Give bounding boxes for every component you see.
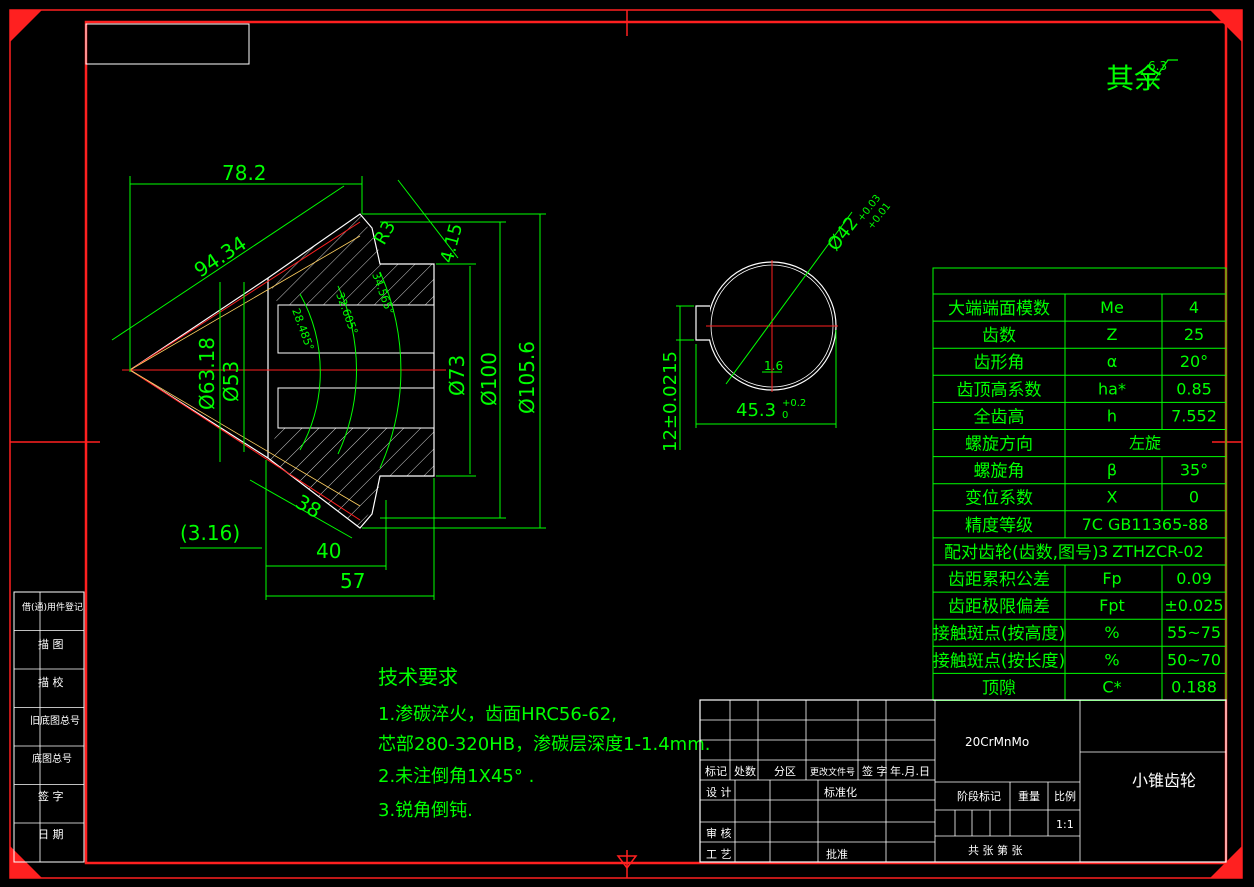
param-symbol-12: % bbox=[1104, 623, 1119, 642]
param-symbol-0: Me bbox=[1100, 298, 1124, 317]
left-label-3: 描 校 bbox=[38, 675, 64, 689]
tb-std: 标准化 bbox=[824, 785, 857, 799]
dim-fillet: 1.6 bbox=[764, 359, 783, 373]
dim-dia-63-18: Ø63.18 bbox=[195, 337, 219, 410]
param-value-8: 7C GB11365-88 bbox=[1082, 515, 1209, 534]
param-value-7: 0 bbox=[1189, 488, 1199, 507]
param-symbol-14: C* bbox=[1102, 677, 1121, 696]
keyway bbox=[695, 305, 710, 341]
param-name-4: 全齿高 bbox=[974, 407, 1025, 427]
param-value-1: 25 bbox=[1184, 325, 1204, 344]
tech-line-2: 芯部280-320HB，渗碳层深度1-1.4mm. bbox=[378, 734, 710, 755]
tb-approve: 批准 bbox=[826, 847, 848, 861]
dim-keyway-depth: 45.3 bbox=[736, 400, 776, 421]
left-label-7: 日 期 bbox=[38, 828, 64, 841]
param-value-2: 20° bbox=[1180, 352, 1208, 371]
tb-craft: 工 艺 bbox=[706, 848, 732, 861]
tb-material: 20CrMnMo bbox=[965, 735, 1029, 749]
param-symbol-6: β bbox=[1107, 461, 1117, 480]
tech-line-4: 3.锐角倒钝. bbox=[378, 800, 473, 821]
tb-design: 设 计 bbox=[706, 786, 732, 799]
param-value-3: 0.85 bbox=[1176, 379, 1212, 398]
param-value-4: 7.552 bbox=[1171, 406, 1217, 425]
tb-h-docno: 更改文件号 bbox=[810, 766, 855, 778]
tb-stage: 阶段标记 bbox=[957, 789, 1001, 803]
param-name-12: 接触斑点(按高度) bbox=[933, 624, 1065, 644]
tech-line-3: 2.未注倒角1X45° . bbox=[378, 766, 534, 787]
dim-dia-53: Ø53 bbox=[219, 361, 243, 402]
left-label-5: 底图总号 bbox=[32, 752, 72, 765]
param-value-0: 4 bbox=[1189, 298, 1199, 317]
left-label-2: 描 图 bbox=[38, 637, 64, 651]
param-name-8: 精度等级 bbox=[965, 516, 1033, 536]
param-value-10: 0.09 bbox=[1176, 569, 1212, 588]
param-name-0: 大端端面模数 bbox=[948, 299, 1050, 319]
param-name-6: 螺旋角 bbox=[974, 462, 1025, 482]
param-symbol-4: h bbox=[1107, 406, 1117, 425]
tech-title: 技术要求 bbox=[378, 665, 458, 689]
dim-57: 57 bbox=[340, 569, 365, 593]
param-symbol-1: Z bbox=[1107, 325, 1118, 344]
pair-count: 3 bbox=[1098, 542, 1108, 561]
param-name-1: 齿数 bbox=[982, 326, 1016, 346]
param-name-7: 变位系数 bbox=[965, 489, 1033, 509]
tb-h-zone: 分区 bbox=[774, 765, 796, 778]
param-name-13: 接触斑点(按长度) bbox=[933, 651, 1065, 671]
param-symbol-7: X bbox=[1107, 488, 1118, 507]
tb-review: 审 核 bbox=[706, 826, 732, 840]
dim-keyway-tol-lower: 0 bbox=[782, 410, 788, 421]
param-name-3: 齿顶高系数 bbox=[957, 380, 1042, 400]
left-label-4: 旧底图总号 bbox=[30, 714, 80, 727]
dim-3-16: (3.16) bbox=[180, 521, 240, 545]
param-value-13: 50~70 bbox=[1167, 650, 1221, 669]
tech-line-1: 1.渗碳淬火，齿面HRC56-62, bbox=[378, 704, 617, 725]
param-name-9: 配对齿轮(齿数,图号) bbox=[944, 543, 1099, 563]
param-value-5: 左旋 bbox=[1129, 434, 1161, 453]
dim-40: 40 bbox=[316, 539, 341, 563]
param-value-14: 0.188 bbox=[1171, 677, 1217, 696]
tb-scale: 比例 bbox=[1054, 789, 1076, 803]
cad-drawing: 其余 6.3 78.2 94.34 R3 4.15 Ø63.18 Ø53 Ø73… bbox=[0, 0, 1254, 887]
param-value-12: 55~75 bbox=[1167, 623, 1221, 642]
dim-keyway-tol-upper: +0.2 bbox=[782, 398, 806, 409]
param-symbol-13: % bbox=[1104, 650, 1119, 669]
dim-keyway-width: 12±0.0215 bbox=[660, 351, 681, 452]
param-name-11: 齿距极限偏差 bbox=[948, 597, 1050, 617]
tb-weight: 重量 bbox=[1018, 789, 1040, 803]
param-symbol-3: ha* bbox=[1098, 379, 1126, 398]
tb-h-mark: 标记 bbox=[705, 764, 727, 778]
left-label-6: 签 字 bbox=[38, 789, 64, 803]
tb-sheets: 共 张 第 张 bbox=[968, 843, 1023, 857]
param-symbol-10: Fp bbox=[1102, 569, 1121, 588]
left-label-1: 借(通)用件登记 bbox=[22, 601, 83, 613]
param-value-11: ±0.025 bbox=[1164, 596, 1223, 615]
param-value-9: ZTHZCR-02 bbox=[1112, 542, 1204, 561]
tb-h-count: 处数 bbox=[734, 765, 756, 778]
tb-scale-value: 1:1 bbox=[1056, 818, 1074, 831]
tb-h-sign: 签 字 bbox=[862, 764, 888, 778]
param-name-14: 顶隙 bbox=[982, 678, 1016, 698]
param-symbol-11: Fpt bbox=[1099, 596, 1125, 615]
dim-78-2: 78.2 bbox=[222, 161, 267, 185]
param-name-2: 齿形角 bbox=[974, 353, 1025, 373]
dim-dia-105-6: Ø105.6 bbox=[515, 341, 539, 414]
param-symbol-2: α bbox=[1107, 352, 1118, 371]
tb-part-name: 小锥齿轮 bbox=[1132, 771, 1196, 790]
param-name-5: 螺旋方向 bbox=[965, 435, 1033, 455]
param-value-6: 35° bbox=[1180, 461, 1208, 480]
dim-dia-73: Ø73 bbox=[445, 355, 469, 396]
dim-dia-100: Ø100 bbox=[477, 352, 501, 406]
tb-h-date: 年.月.日 bbox=[890, 764, 930, 778]
param-name-10: 齿距累积公差 bbox=[948, 570, 1050, 590]
